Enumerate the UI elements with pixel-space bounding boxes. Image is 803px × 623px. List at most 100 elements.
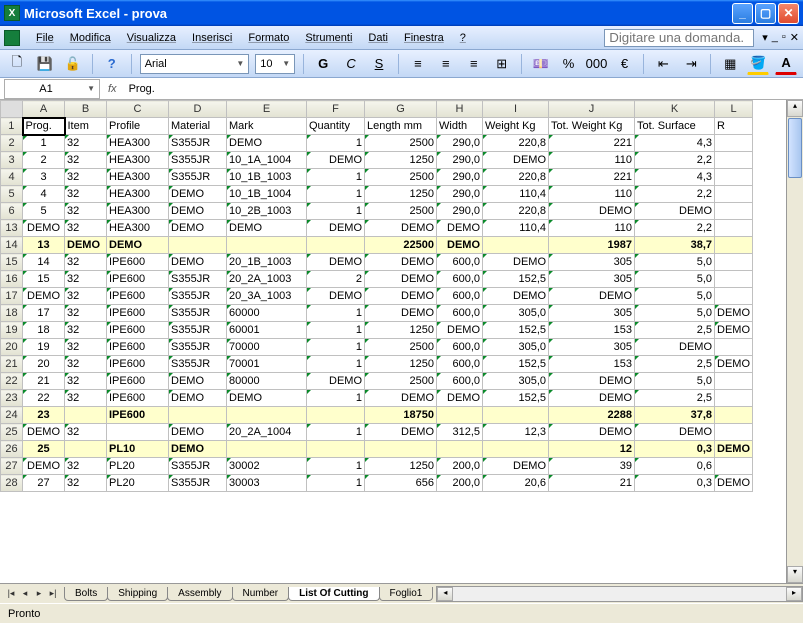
col-header-F[interactable]: F xyxy=(307,101,365,118)
col-header-D[interactable]: D xyxy=(169,101,227,118)
cell-G28[interactable]: 656 xyxy=(365,475,437,492)
row-header[interactable]: 16 xyxy=(1,271,23,288)
cell-E22[interactable]: 80000 xyxy=(227,373,307,390)
cell-F6[interactable]: 1 xyxy=(307,203,365,220)
cell-D15[interactable]: DEMO xyxy=(169,254,227,271)
cell-A14[interactable]: 13 xyxy=(23,237,65,254)
help-dropdown-icon[interactable]: ▾ xyxy=(762,31,768,44)
name-box[interactable]: A1▼ xyxy=(4,79,100,99)
cell-C5[interactable]: HEA300 xyxy=(107,186,169,203)
cell-I5[interactable]: 110,4 xyxy=(483,186,549,203)
cell-K20[interactable]: DEMO xyxy=(635,339,715,356)
cell-D2[interactable]: S355JR xyxy=(169,135,227,152)
row-header[interactable]: 13 xyxy=(1,220,23,237)
row-header[interactable]: 20 xyxy=(1,339,23,356)
cell-K19[interactable]: 2,5 xyxy=(635,322,715,339)
cell-B14[interactable]: DEMO xyxy=(65,237,107,254)
cell-H17[interactable]: 600,0 xyxy=(437,288,483,305)
row-header[interactable]: 19 xyxy=(1,322,23,339)
tab-prev-button[interactable]: ◂ xyxy=(18,588,32,599)
cell-C17[interactable]: IPE600 xyxy=(107,288,169,305)
scroll-up-button[interactable]: ▴ xyxy=(787,100,803,117)
cell-J24[interactable]: 2288 xyxy=(549,407,635,424)
mdi-minimize-button[interactable]: _ xyxy=(772,31,778,44)
cell-C6[interactable]: HEA300 xyxy=(107,203,169,220)
cell-D21[interactable]: S355JR xyxy=(169,356,227,373)
font-color-button[interactable]: A xyxy=(775,53,797,75)
col-header-L[interactable]: L xyxy=(715,101,753,118)
cell-A13[interactable]: DEMO xyxy=(23,220,65,237)
row-header[interactable]: 22 xyxy=(1,373,23,390)
cell-C20[interactable]: IPE600 xyxy=(107,339,169,356)
cell-C24[interactable]: IPE600 xyxy=(107,407,169,424)
row-header[interactable]: 25 xyxy=(1,424,23,441)
cell-D25[interactable]: DEMO xyxy=(169,424,227,441)
cell-L23[interactable] xyxy=(715,390,753,407)
cell-K24[interactable]: 37,8 xyxy=(635,407,715,424)
cell-B1[interactable]: Item xyxy=(65,118,107,135)
cell-F14[interactable] xyxy=(307,237,365,254)
menu-file[interactable]: File xyxy=(28,30,62,46)
cell-I16[interactable]: 152,5 xyxy=(483,271,549,288)
cell-J3[interactable]: 110 xyxy=(549,152,635,169)
cell-L13[interactable] xyxy=(715,220,753,237)
cell-H28[interactable]: 200,0 xyxy=(437,475,483,492)
cell-H16[interactable]: 600,0 xyxy=(437,271,483,288)
sheet-tab-assembly[interactable]: Assembly xyxy=(167,587,232,601)
cell-F4[interactable]: 1 xyxy=(307,169,365,186)
cell-I6[interactable]: 220,8 xyxy=(483,203,549,220)
cell-G24[interactable]: 18750 xyxy=(365,407,437,424)
cell-F17[interactable]: DEMO xyxy=(307,288,365,305)
cell-D26[interactable]: DEMO xyxy=(169,441,227,458)
help-button[interactable]: ? xyxy=(101,53,123,75)
cell-F21[interactable]: 1 xyxy=(307,356,365,373)
row-header[interactable]: 5 xyxy=(1,186,23,203)
cell-H27[interactable]: 200,0 xyxy=(437,458,483,475)
cell-A19[interactable]: 18 xyxy=(23,322,65,339)
row-header[interactable]: 17 xyxy=(1,288,23,305)
cell-B25[interactable]: 32 xyxy=(65,424,107,441)
cell-C25[interactable] xyxy=(107,424,169,441)
scroll-down-button[interactable]: ▾ xyxy=(787,566,803,583)
formula-value[interactable]: Prog. xyxy=(125,83,803,95)
cell-B4[interactable]: 32 xyxy=(65,169,107,186)
cell-G6[interactable]: 2500 xyxy=(365,203,437,220)
cell-I25[interactable]: 12,3 xyxy=(483,424,549,441)
cell-G21[interactable]: 1250 xyxy=(365,356,437,373)
menu-formato[interactable]: Formato xyxy=(240,30,297,46)
row-header[interactable]: 28 xyxy=(1,475,23,492)
cell-K4[interactable]: 4,3 xyxy=(635,169,715,186)
row-header[interactable]: 26 xyxy=(1,441,23,458)
cell-B3[interactable]: 32 xyxy=(65,152,107,169)
cell-E15[interactable]: 20_1B_1003 xyxy=(227,254,307,271)
cell-C22[interactable]: IPE600 xyxy=(107,373,169,390)
font-name-select[interactable]: Arial▼ xyxy=(140,54,250,74)
cell-I4[interactable]: 220,8 xyxy=(483,169,549,186)
cell-G27[interactable]: 1250 xyxy=(365,458,437,475)
fill-color-button[interactable]: 🪣 xyxy=(747,53,769,75)
cell-I2[interactable]: 220,8 xyxy=(483,135,549,152)
euro-button[interactable]: € xyxy=(613,53,635,75)
vertical-scrollbar[interactable]: ▴ ▾ xyxy=(786,100,803,583)
cell-H6[interactable]: 290,0 xyxy=(437,203,483,220)
cell-F15[interactable]: DEMO xyxy=(307,254,365,271)
cell-L25[interactable] xyxy=(715,424,753,441)
cell-I21[interactable]: 152,5 xyxy=(483,356,549,373)
cell-I23[interactable]: 152,5 xyxy=(483,390,549,407)
cell-B6[interactable]: 32 xyxy=(65,203,107,220)
cell-G17[interactable]: DEMO xyxy=(365,288,437,305)
cell-J27[interactable]: 39 xyxy=(549,458,635,475)
cell-K2[interactable]: 4,3 xyxy=(635,135,715,152)
cell-C1[interactable]: Profile xyxy=(107,118,169,135)
cell-L6[interactable] xyxy=(715,203,753,220)
underline-button[interactable]: S xyxy=(368,53,390,75)
cell-C3[interactable]: HEA300 xyxy=(107,152,169,169)
cell-I3[interactable]: DEMO xyxy=(483,152,549,169)
cell-G26[interactable] xyxy=(365,441,437,458)
cell-H15[interactable]: 600,0 xyxy=(437,254,483,271)
cell-E16[interactable]: 20_2A_1003 xyxy=(227,271,307,288)
save-button[interactable]: 💾 xyxy=(34,53,56,75)
cell-L24[interactable] xyxy=(715,407,753,424)
cell-K14[interactable]: 38,7 xyxy=(635,237,715,254)
cell-F1[interactable]: Quantity xyxy=(307,118,365,135)
